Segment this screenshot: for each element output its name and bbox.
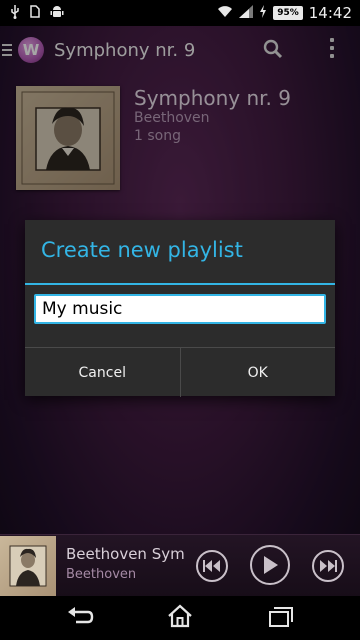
signal-icon bbox=[239, 5, 254, 21]
dialog-title: Create new playlist bbox=[41, 238, 243, 262]
mini-player-album-art[interactable] bbox=[0, 536, 56, 596]
mini-player-title[interactable]: Beethoven Symp bbox=[66, 545, 184, 563]
mini-player[interactable]: Beethoven Symp Beethoven bbox=[0, 534, 360, 597]
dialog-button-bar: Cancel OK bbox=[25, 347, 335, 397]
play-icon[interactable] bbox=[250, 545, 290, 585]
charging-icon bbox=[259, 5, 267, 21]
usb-icon bbox=[10, 4, 20, 22]
status-bar: 95% 14:42 bbox=[0, 0, 360, 26]
android-debug-icon bbox=[50, 5, 64, 22]
previous-icon[interactable] bbox=[196, 550, 228, 582]
next-icon[interactable] bbox=[312, 550, 344, 582]
wifi-icon bbox=[217, 5, 233, 21]
sim-icon bbox=[30, 5, 40, 21]
playlist-name-input[interactable] bbox=[34, 294, 326, 324]
dialog-title-divider bbox=[25, 283, 335, 285]
cancel-button[interactable]: Cancel bbox=[25, 348, 180, 397]
create-playlist-dialog: Create new playlist Cancel OK bbox=[25, 220, 335, 397]
clock: 14:42 bbox=[308, 4, 352, 22]
mini-player-artist[interactable]: Beethoven bbox=[66, 567, 136, 582]
ok-button[interactable]: OK bbox=[181, 348, 336, 397]
recent-apps-icon[interactable] bbox=[268, 606, 294, 632]
battery-indicator: 95% bbox=[273, 6, 303, 20]
navigation-bar bbox=[0, 596, 360, 640]
home-icon[interactable] bbox=[167, 604, 193, 632]
back-icon[interactable] bbox=[66, 606, 94, 632]
